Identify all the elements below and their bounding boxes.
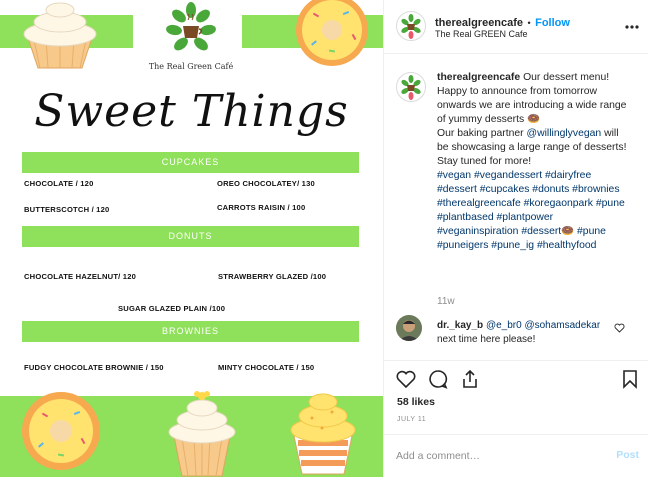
cupcake-illustration xyxy=(23,2,97,69)
donut-illustration xyxy=(296,0,368,66)
comments-list[interactable]: therealgreencafe Our dessert menu! Happy… xyxy=(384,55,648,360)
comment-mention[interactable]: @e_br0 xyxy=(486,320,522,331)
post-date: JULY 11 xyxy=(397,416,427,423)
section-header-brownies: BROWNIES xyxy=(22,321,359,342)
post-header: therealgreencafe • Follow The Real GREEN… xyxy=(384,0,648,54)
menu-item: BUTTERSCOTCH / 120 xyxy=(24,205,110,214)
menu-item: MINTY CHOCOLATE / 150 xyxy=(218,363,315,372)
comment-input[interactable] xyxy=(396,447,596,465)
comment-mention[interactable]: @sohamsadekar xyxy=(524,320,600,331)
heart-icon[interactable] xyxy=(396,370,416,388)
comment-icon[interactable] xyxy=(428,369,448,389)
more-options-button[interactable] xyxy=(625,16,639,34)
follow-button[interactable]: Follow xyxy=(535,17,570,29)
header-separator: • xyxy=(527,18,531,28)
menu-item: OREO CHOCOLATEY/ 130 xyxy=(217,179,315,188)
comment-username[interactable]: dr._kay_b xyxy=(437,320,483,331)
menu-item: STRAWBERRY GLAZED /100 xyxy=(218,272,327,281)
caption-time-ago[interactable]: 11w xyxy=(437,296,455,307)
post-image[interactable]: The Real Green Café Sweet Things CUPCAKE… xyxy=(0,0,383,477)
cupcake-illustration xyxy=(290,393,356,475)
caption-text: Our baking partner xyxy=(437,128,527,139)
section-header-cupcakes: CUPCAKES xyxy=(22,152,359,173)
cafe-logo-name: The Real Green Café xyxy=(148,62,234,71)
user-avatar-icon xyxy=(396,315,422,341)
section-header-donuts: DONUTS xyxy=(22,226,359,247)
post-actions xyxy=(384,360,648,390)
avatar[interactable] xyxy=(396,315,422,341)
menu-item: FUDGY CHOCOLATE BROWNIE / 150 xyxy=(24,363,164,372)
caption-mention[interactable]: @willinglyvegan xyxy=(527,128,602,139)
caption-hashtags[interactable]: #vegan #vegandessert #dairyfree #dessert… xyxy=(437,170,625,251)
more-icon xyxy=(625,25,639,29)
menu-item: CHOCOLATE HAZELNUT/ 120 xyxy=(24,272,137,281)
post-comment-button[interactable]: Post xyxy=(616,449,639,461)
cafe-logo-icon xyxy=(166,2,216,51)
header-username[interactable]: therealgreencafe xyxy=(435,17,523,29)
donut-illustration xyxy=(22,392,100,470)
cafe-logo-icon xyxy=(401,75,421,100)
post-caption: therealgreencafe Our dessert menu! Happy… xyxy=(437,71,627,253)
menu-title: Sweet Things xyxy=(34,86,349,137)
menu-item: CARROTS RAISIN / 100 xyxy=(217,203,306,212)
caption-text: Stay tuned for more! xyxy=(437,156,532,167)
header-location[interactable]: The Real GREEN Cafe xyxy=(435,29,528,39)
menu-item: SUGAR GLAZED PLAIN /100 xyxy=(118,304,226,313)
avatar[interactable] xyxy=(396,11,426,41)
caption-username[interactable]: therealgreencafe xyxy=(437,72,520,83)
avatar[interactable] xyxy=(396,72,426,102)
bookmark-icon[interactable] xyxy=(622,369,638,389)
cupcake-illustration xyxy=(168,391,236,477)
menu-item: CHOCOLATE / 120 xyxy=(24,179,94,188)
comment-text: next time here please! xyxy=(437,334,536,345)
likes-count[interactable]: 58 likes xyxy=(397,396,435,408)
cafe-logo-icon xyxy=(401,14,421,39)
heart-icon[interactable] xyxy=(614,323,625,333)
post-sidebar: therealgreencafe • Follow The Real GREEN… xyxy=(383,0,648,477)
comment: dr._kay_b @e_br0 @sohamsadekar next time… xyxy=(437,319,617,347)
cafe-logo: The Real Green Café xyxy=(146,0,236,75)
share-icon[interactable] xyxy=(461,369,479,389)
add-comment-bar: Post xyxy=(384,434,648,477)
